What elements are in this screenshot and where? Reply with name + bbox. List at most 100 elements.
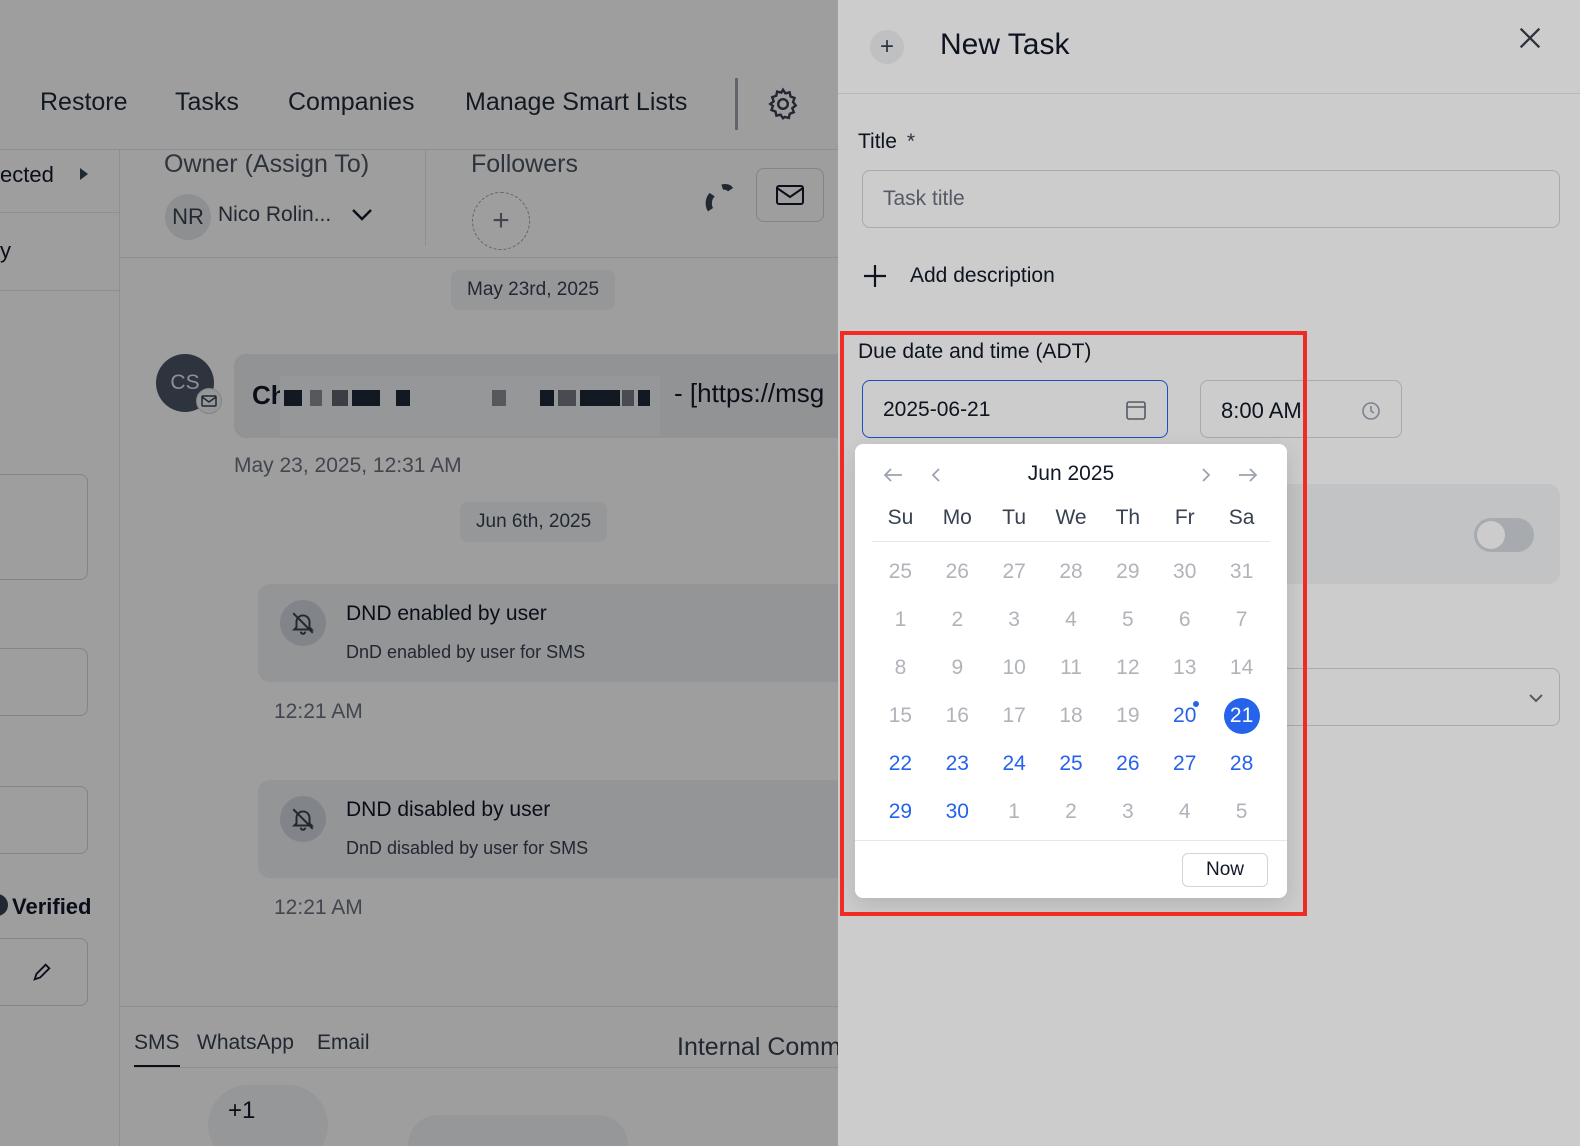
day-number: 2 xyxy=(951,608,964,631)
close-icon[interactable] xyxy=(1516,24,1544,52)
calendar-day[interactable]: 12 xyxy=(1099,644,1156,692)
calendar-day[interactable]: 22 xyxy=(872,740,929,788)
calendar-day[interactable]: 10 xyxy=(986,644,1043,692)
task-title-input[interactable] xyxy=(862,170,1560,228)
calendar-day[interactable]: 13 xyxy=(1156,644,1213,692)
add-description-label: Add description xyxy=(910,264,1055,287)
calendar-day[interactable]: 29 xyxy=(872,788,929,836)
plus-icon: + xyxy=(870,30,904,64)
day-number: 1 xyxy=(894,608,907,631)
day-number: 6 xyxy=(1178,608,1191,631)
calendar-day[interactable]: 1 xyxy=(986,788,1043,836)
weekday-label: Th xyxy=(1115,506,1141,529)
calendar-day[interactable]: 15 xyxy=(872,692,929,740)
day-number: 25 xyxy=(1059,752,1083,775)
calendar-day[interactable]: 3 xyxy=(986,596,1043,644)
day-number: 5 xyxy=(1235,800,1248,823)
due-date-input[interactable]: 2025-06-21 xyxy=(862,380,1168,438)
required-mark: * xyxy=(906,130,916,153)
calendar-day[interactable]: 28 xyxy=(1043,548,1100,596)
calendar-day[interactable]: 27 xyxy=(986,548,1043,596)
day-number: 24 xyxy=(1002,752,1026,775)
calendar-day[interactable]: 30 xyxy=(1156,548,1213,596)
now-button[interactable]: Now xyxy=(1182,853,1268,887)
day-number: 28 xyxy=(1059,560,1083,583)
calendar-day[interactable]: 1 xyxy=(872,596,929,644)
day-number: 1 xyxy=(1008,800,1020,823)
calendar-week-row: 1 2 3 4 5 6 7 xyxy=(872,596,1270,644)
clock-icon xyxy=(1362,402,1380,420)
calendar-day[interactable]: 29 xyxy=(1099,548,1156,596)
day-number: 26 xyxy=(945,560,969,583)
next-year-icon[interactable] xyxy=(1237,464,1259,486)
day-number: 2 xyxy=(1065,800,1077,823)
day-number: 29 xyxy=(1116,560,1140,583)
day-number: 25 xyxy=(888,560,913,583)
calendar-week-row: 29 30 1 2 3 4 5 xyxy=(872,788,1270,836)
day-number: 26 xyxy=(1116,752,1140,775)
day-number: 30 xyxy=(1173,560,1197,583)
calendar-day[interactable]: 2 xyxy=(1043,788,1100,836)
calendar-day[interactable]: 16 xyxy=(929,692,986,740)
calendar-day[interactable]: 18 xyxy=(1043,692,1100,740)
calendar-day[interactable]: 4 xyxy=(1043,596,1100,644)
calendar-day[interactable]: 4 xyxy=(1156,788,1213,836)
weekday-label: We xyxy=(1055,506,1087,529)
calendar-day[interactable]: 19 xyxy=(1099,692,1156,740)
today-day[interactable]: 20 xyxy=(1156,692,1213,740)
calendar-day[interactable]: 6 xyxy=(1156,596,1213,644)
add-description-button[interactable]: Add description xyxy=(862,258,1055,294)
day-number: 7 xyxy=(1235,608,1248,631)
day-number: 27 xyxy=(1002,560,1026,583)
calendar-day[interactable]: 5 xyxy=(1099,596,1156,644)
day-number: 8 xyxy=(894,656,907,679)
calendar-day[interactable]: 2 xyxy=(929,596,986,644)
toggle-switch[interactable] xyxy=(1474,518,1534,552)
selected-day[interactable]: 21 xyxy=(1213,692,1270,740)
calendar-day[interactable]: 30 xyxy=(929,788,986,836)
weekday-label: Mo xyxy=(942,506,972,529)
calendar-day[interactable]: 25 xyxy=(872,548,929,596)
due-date-label: Due date and time (ADT) xyxy=(858,340,1092,363)
day-number: 17 xyxy=(1002,704,1026,727)
calendar-day[interactable]: 27 xyxy=(1156,740,1213,788)
day-number: 28 xyxy=(1229,752,1254,775)
picker-month-label[interactable]: Jun 2025 xyxy=(855,462,1287,486)
day-number: 15 xyxy=(888,704,913,727)
calendar-day[interactable]: 3 xyxy=(1099,788,1156,836)
day-number: 4 xyxy=(1065,608,1077,631)
drawer-title: New Task xyxy=(940,28,1070,61)
calendar-day[interactable]: 23 xyxy=(929,740,986,788)
modal-overlay[interactable] xyxy=(0,0,838,1146)
weekday-label: Su xyxy=(887,506,914,529)
day-number: 19 xyxy=(1116,704,1140,727)
background-app: Restore Tasks Companies Manage Smart Lis… xyxy=(0,0,838,1146)
calendar-day[interactable]: 17 xyxy=(986,692,1043,740)
day-number: 11 xyxy=(1060,656,1082,679)
due-time-input[interactable]: 8:00 AM xyxy=(1200,380,1402,438)
calendar-day[interactable]: 28 xyxy=(1213,740,1270,788)
calendar-day[interactable]: 26 xyxy=(929,548,986,596)
calendar-day[interactable]: 7 xyxy=(1213,596,1270,644)
next-month-icon[interactable] xyxy=(1195,464,1217,486)
day-number: 29 xyxy=(888,800,913,823)
day-number: 3 xyxy=(1008,608,1020,631)
due-date-value: 2025-06-21 xyxy=(883,398,991,421)
calendar-day[interactable]: 9 xyxy=(929,644,986,692)
toggle-knob xyxy=(1477,521,1505,549)
calendar-day[interactable]: 24 xyxy=(986,740,1043,788)
due-time-value: 8:00 AM xyxy=(1221,398,1302,423)
calendar-day[interactable]: 31 xyxy=(1213,548,1270,596)
calendar-day[interactable]: 26 xyxy=(1099,740,1156,788)
calendar-day[interactable]: 11 xyxy=(1043,644,1100,692)
day-number: 30 xyxy=(945,800,969,823)
calendar-day[interactable]: 8 xyxy=(872,644,929,692)
calendar-week-row: 22 23 24 25 26 27 28 xyxy=(872,740,1270,788)
weekday-label: Tu xyxy=(1002,506,1027,529)
calendar-day[interactable]: 5 xyxy=(1213,788,1270,836)
calendar-day[interactable]: 14 xyxy=(1213,644,1270,692)
calendar-day[interactable]: 25 xyxy=(1043,740,1100,788)
date-picker: Jun 2025 Su Mo Tu We Th Fr Sa 25 26 27 28 29 30 31 1 2… xyxy=(855,444,1287,898)
day-number: 3 xyxy=(1122,800,1134,823)
day-number: 10 xyxy=(1002,656,1026,679)
